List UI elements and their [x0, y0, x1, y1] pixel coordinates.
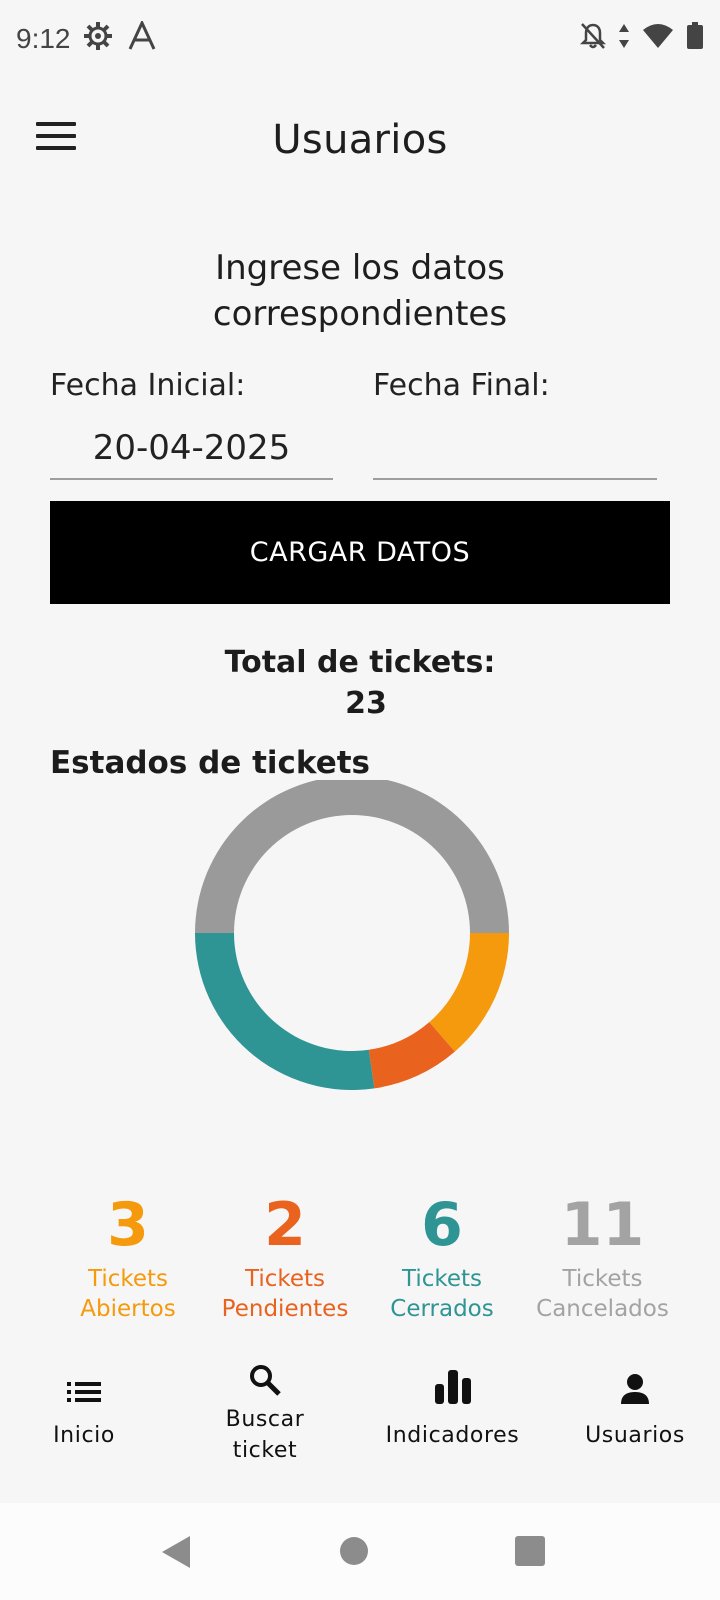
nav-label-inicio: Inicio: [53, 1423, 115, 1448]
end-date-field[interactable]: [373, 418, 657, 480]
stat-cancelled-label-line1: Tickets: [562, 1266, 643, 1292]
font-a-icon: [127, 18, 157, 58]
form-heading-line1: Ingrese los datos: [215, 248, 505, 288]
stat-pending-label-line2: Pendientes: [221, 1296, 349, 1322]
hamburger-menu-icon[interactable]: [36, 122, 76, 156]
bar-chart-icon: [370, 1360, 535, 1404]
nav-label-indicadores: Indicadores: [385, 1423, 520, 1448]
donut-slice-tickets-abiertos: [429, 933, 509, 1052]
stat-closed-label-line1: Tickets: [401, 1266, 483, 1292]
wifi-icon: [642, 23, 674, 56]
stat-pending: 2 Tickets Pendientes: [205, 1190, 365, 1324]
nav-item-usuarios[interactable]: Usuarios: [565, 1360, 705, 1451]
status-bar: 9:12: [0, 0, 720, 78]
stat-closed-label-line2: Cerrados: [390, 1296, 494, 1322]
back-icon[interactable]: [160, 1535, 192, 1573]
data-arrows-icon: [618, 23, 630, 56]
list-icon: [24, 1360, 144, 1404]
stat-open-label-line2: Abiertos: [80, 1296, 176, 1322]
ticket-status-donut-chart: [195, 780, 509, 1090]
bottom-nav: Inicio Buscar ticket Indicadores Usuario…: [0, 1360, 720, 1500]
total-tickets-label: Total de tickets:: [224, 645, 496, 680]
start-date-field[interactable]: 20-04-2025: [50, 418, 333, 480]
stat-closed-value: 6: [421, 1190, 463, 1260]
notifications-off-icon: [579, 22, 607, 57]
donut-slice-tickets-cerrados: [195, 933, 375, 1090]
stat-cancelled: 11 Tickets Cancelados: [520, 1190, 685, 1324]
battery-icon: [686, 21, 704, 57]
form-heading: Ingrese los datos correspondientes: [0, 245, 720, 337]
donut-slice-tickets-cancelados: [195, 780, 509, 933]
nav-label-ticket: ticket: [232, 1438, 298, 1463]
nav-label-buscar: Buscar: [225, 1407, 305, 1432]
stat-pending-value: 2: [264, 1190, 306, 1260]
settings-gear-icon: [83, 21, 113, 58]
nav-item-inicio[interactable]: Inicio: [24, 1360, 144, 1451]
person-icon: [565, 1360, 705, 1404]
stat-closed: 6 Tickets Cerrados: [362, 1190, 522, 1324]
search-icon: [200, 1360, 330, 1396]
page-title: Usuarios: [272, 117, 448, 163]
stat-pending-label-line1: Tickets: [244, 1266, 326, 1292]
recents-icon[interactable]: [514, 1535, 546, 1571]
stat-cancelled-label-line2: Cancelados: [536, 1296, 669, 1322]
nav-item-indicadores[interactable]: Indicadores: [370, 1360, 535, 1451]
form-heading-line2: correspondientes: [212, 294, 508, 334]
end-date-label: Fecha Final:: [373, 368, 550, 403]
load-data-button[interactable]: CARGAR DATOS: [50, 501, 670, 604]
chart-title: Estados de tickets: [50, 745, 371, 781]
stat-open-label-line1: Tickets: [87, 1266, 169, 1292]
stat-open: 3 Tickets Abiertos: [48, 1190, 208, 1324]
nav-label-usuarios: Usuarios: [585, 1423, 685, 1448]
start-date-label: Fecha Inicial:: [50, 368, 246, 403]
status-time: 9:12: [16, 23, 71, 54]
app-bar: Usuarios: [0, 95, 720, 185]
stat-cancelled-value: 11: [560, 1190, 645, 1260]
home-icon[interactable]: [338, 1535, 370, 1571]
stat-open-value: 3: [107, 1190, 149, 1260]
nav-item-buscar-ticket[interactable]: Buscar ticket: [200, 1360, 330, 1466]
total-tickets-value: 23: [345, 686, 387, 721]
system-nav-bar: [0, 1503, 720, 1600]
